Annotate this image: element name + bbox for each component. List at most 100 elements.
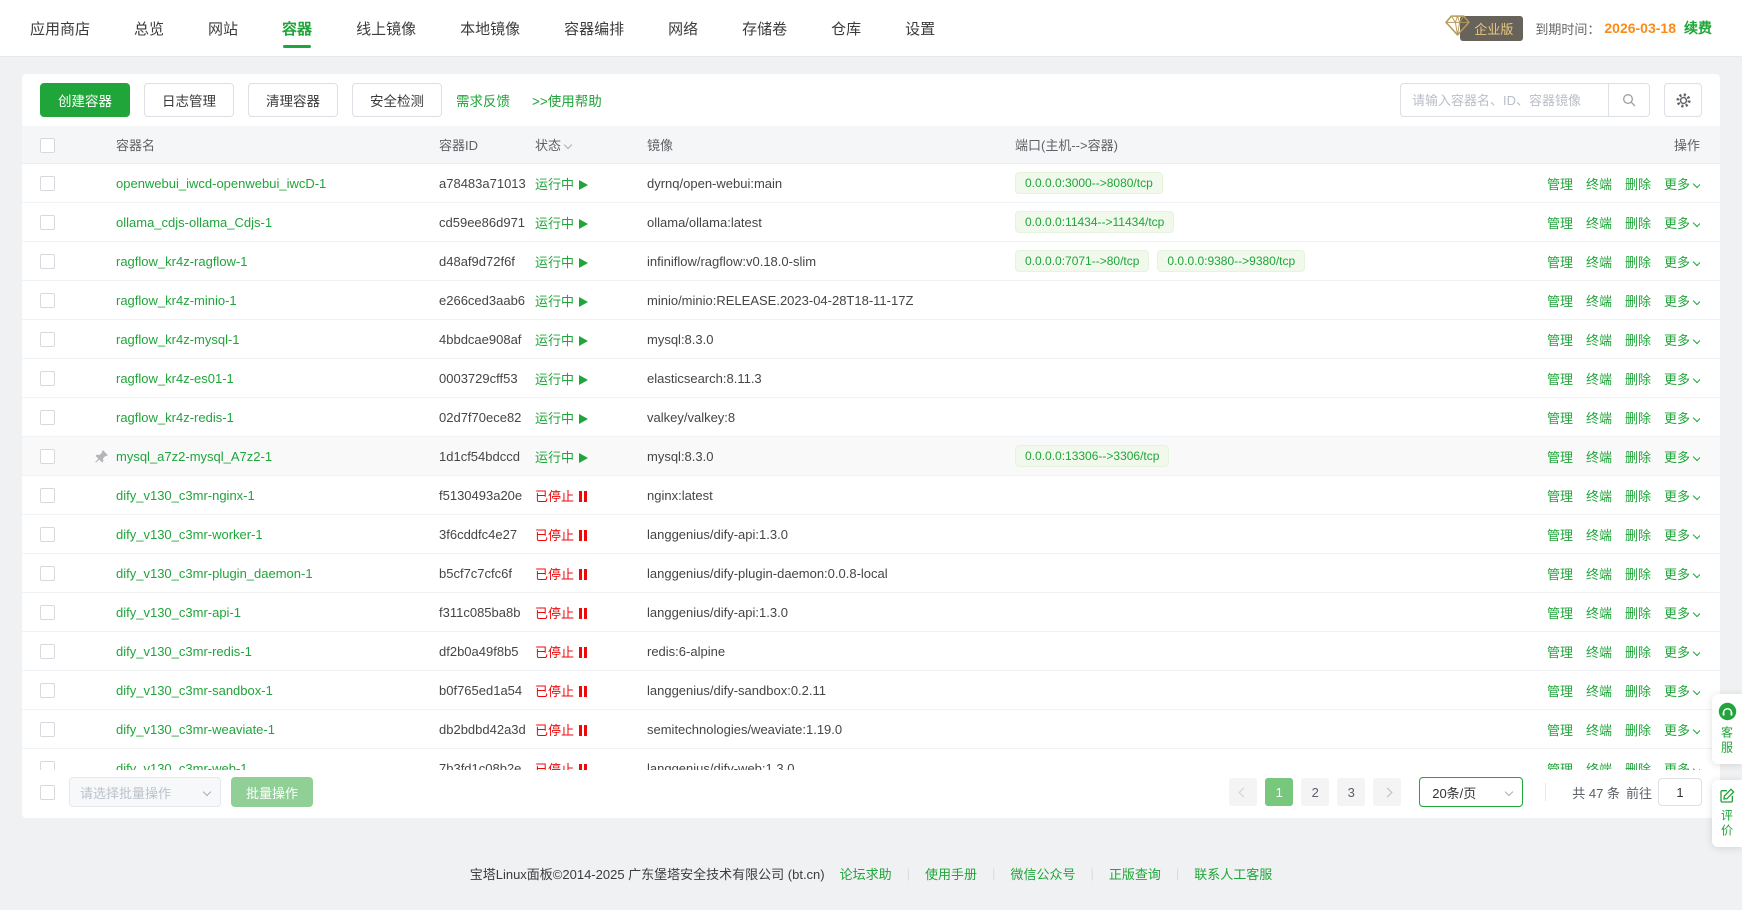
select-all-checkbox[interactable] [40,138,55,153]
goto-page-input[interactable] [1658,778,1702,806]
page-button-2[interactable]: 2 [1301,778,1329,806]
row-action-delete[interactable]: 删除 [1625,369,1651,388]
next-page-button[interactable] [1373,778,1401,806]
row-action-terminal[interactable]: 终端 [1586,447,1612,466]
nav-item[interactable]: 应用商店 [30,0,90,56]
row-checkbox[interactable] [40,605,55,620]
nav-item[interactable]: 网络 [668,0,698,56]
row-checkbox[interactable] [40,566,55,581]
row-action-manage[interactable]: 管理 [1547,681,1573,700]
row-action-manage[interactable]: 管理 [1547,486,1573,505]
row-action-delete[interactable]: 删除 [1625,486,1651,505]
row-action-terminal[interactable]: 终端 [1586,291,1612,310]
footer-link[interactable]: 正版查询 [1109,864,1161,883]
clean-container-button[interactable]: 清理容器 [248,83,338,117]
row-action-manage[interactable]: 管理 [1547,408,1573,427]
container-name-link[interactable]: ragflow_kr4z-redis-1 [116,410,234,425]
row-action-delete[interactable]: 删除 [1625,759,1651,771]
row-action-terminal[interactable]: 终端 [1586,408,1612,427]
row-action-delete[interactable]: 删除 [1625,603,1651,622]
create-container-button[interactable]: 创建容器 [40,83,130,117]
row-action-terminal[interactable]: 终端 [1586,642,1612,661]
row-action-delete[interactable]: 删除 [1625,525,1651,544]
row-action-terminal[interactable]: 终端 [1586,564,1612,583]
row-action-more[interactable]: 更多 [1664,564,1700,583]
row-checkbox[interactable] [40,215,55,230]
row-action-terminal[interactable]: 终端 [1586,369,1612,388]
batch-operation-select[interactable]: 请选择批量操作 [69,777,221,807]
row-action-more[interactable]: 更多 [1664,291,1700,310]
row-action-more[interactable]: 更多 [1664,681,1700,700]
footer-link[interactable]: 微信公众号 [1010,864,1075,883]
search-button[interactable] [1608,83,1650,117]
row-action-terminal[interactable]: 终端 [1586,759,1612,771]
container-name-link[interactable]: dify_v130_c3mr-plugin_daemon-1 [116,566,313,581]
row-action-manage[interactable]: 管理 [1547,330,1573,349]
row-action-manage[interactable]: 管理 [1547,603,1573,622]
help-link[interactable]: >>使用帮助 [532,90,602,110]
container-name-link[interactable]: dify_v130_c3mr-worker-1 [116,527,263,542]
row-checkbox[interactable] [40,527,55,542]
row-action-delete[interactable]: 删除 [1625,642,1651,661]
header-status-filter[interactable]: 状态 [535,135,647,154]
row-action-terminal[interactable]: 终端 [1586,213,1612,232]
row-action-more[interactable]: 更多 [1664,642,1700,661]
row-action-terminal[interactable]: 终端 [1586,681,1612,700]
row-action-more[interactable]: 更多 [1664,447,1700,466]
container-name-link[interactable]: mysql_a7z2-mysql_A7z2-1 [116,449,272,464]
row-checkbox[interactable] [40,644,55,659]
page-button-3[interactable]: 3 [1337,778,1365,806]
row-action-more[interactable]: 更多 [1664,759,1700,771]
row-checkbox[interactable] [40,371,55,386]
row-action-manage[interactable]: 管理 [1547,564,1573,583]
row-action-delete[interactable]: 删除 [1625,330,1651,349]
row-action-delete[interactable]: 删除 [1625,291,1651,310]
row-action-delete[interactable]: 删除 [1625,720,1651,739]
row-action-more[interactable]: 更多 [1664,174,1700,193]
container-name-link[interactable]: dify_v130_c3mr-nginx-1 [116,488,255,503]
row-action-manage[interactable]: 管理 [1547,642,1573,661]
renew-link[interactable]: 续费 [1684,18,1712,38]
nav-item[interactable]: 容器 [282,0,312,56]
row-action-terminal[interactable]: 终端 [1586,720,1612,739]
footer-link[interactable]: 论坛求助 [840,864,892,883]
feedback-link[interactable]: 需求反馈 [456,90,510,110]
row-action-more[interactable]: 更多 [1664,720,1700,739]
row-checkbox[interactable] [40,254,55,269]
footer-link[interactable]: 使用手册 [925,864,977,883]
row-action-more[interactable]: 更多 [1664,486,1700,505]
row-action-manage[interactable]: 管理 [1547,174,1573,193]
row-action-manage[interactable]: 管理 [1547,525,1573,544]
row-action-terminal[interactable]: 终端 [1586,486,1612,505]
nav-item[interactable]: 设置 [905,0,935,56]
row-action-terminal[interactable]: 终端 [1586,525,1612,544]
row-action-delete[interactable]: 删除 [1625,447,1651,466]
row-action-manage[interactable]: 管理 [1547,369,1573,388]
container-name-link[interactable]: ragflow_kr4z-ragflow-1 [116,254,248,269]
container-name-link[interactable]: dify_v130_c3mr-weaviate-1 [116,722,275,737]
container-name-link[interactable]: ragflow_kr4z-mysql-1 [116,332,240,347]
nav-item[interactable]: 仓库 [831,0,861,56]
row-checkbox[interactable] [40,683,55,698]
row-action-delete[interactable]: 删除 [1625,408,1651,427]
batch-select-all-checkbox[interactable] [40,785,55,800]
row-action-terminal[interactable]: 终端 [1586,603,1612,622]
security-check-button[interactable]: 安全检测 [352,83,442,117]
row-action-delete[interactable]: 删除 [1625,252,1651,271]
row-action-more[interactable]: 更多 [1664,330,1700,349]
page-button-1[interactable]: 1 [1265,778,1293,806]
review-widget[interactable]: 评价 [1712,780,1742,847]
row-action-manage[interactable]: 管理 [1547,759,1573,771]
table-settings-button[interactable] [1664,83,1702,117]
row-checkbox[interactable] [40,488,55,503]
row-checkbox[interactable] [40,176,55,191]
row-checkbox[interactable] [40,722,55,737]
container-name-link[interactable]: openwebui_iwcd-openwebui_iwcD-1 [116,176,326,191]
container-name-link[interactable]: dify_v130_c3mr-redis-1 [116,644,252,659]
container-name-link[interactable]: ragflow_kr4z-es01-1 [116,371,234,386]
nav-item[interactable]: 本地镜像 [460,0,520,56]
container-name-link[interactable]: dify_v130_c3mr-web-1 [116,761,248,771]
container-name-link[interactable]: dify_v130_c3mr-sandbox-1 [116,683,273,698]
container-name-link[interactable]: ollama_cdjs-ollama_Cdjs-1 [116,215,272,230]
log-management-button[interactable]: 日志管理 [144,83,234,117]
